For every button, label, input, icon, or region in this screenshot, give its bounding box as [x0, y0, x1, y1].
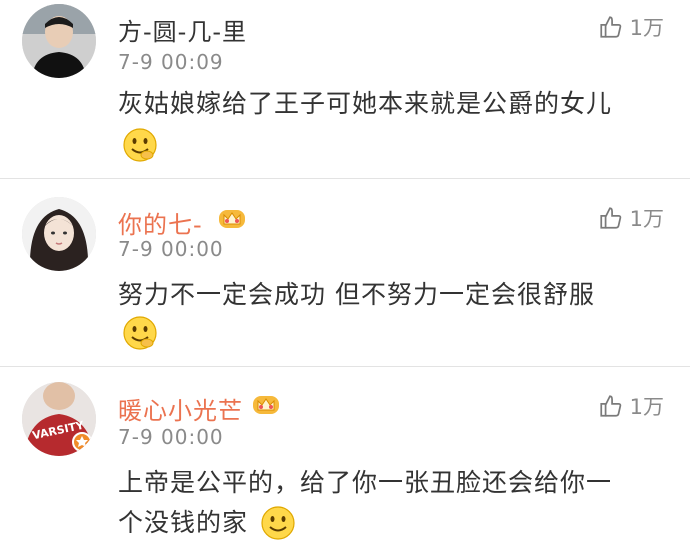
- like-button[interactable]: 1万: [598, 12, 664, 42]
- like-button[interactable]: 1万: [598, 391, 664, 421]
- user-name[interactable]: 暖心小光芒: [118, 391, 243, 426]
- like-button[interactable]: 1万: [598, 203, 664, 233]
- avatar[interactable]: VARSITY: [22, 382, 96, 456]
- like-count: 1万: [629, 16, 664, 40]
- comment-text-line-1: 上帝是公平的，给了你一张丑脸还会给你一: [118, 468, 613, 497]
- user-name[interactable]: 你的七-: [118, 205, 203, 240]
- user-name[interactable]: 方-圆-几-里: [118, 12, 247, 47]
- smile-emoji-icon: [123, 128, 157, 162]
- comment-text: 努力不一定会成功 但不努力一定会很舒服: [118, 280, 595, 309]
- comment-time: 7-9 00:00: [118, 425, 224, 449]
- like-count: 1万: [629, 207, 664, 231]
- thumbs-up-icon: [600, 207, 621, 229]
- avatar[interactable]: [22, 4, 96, 78]
- vip-crown-icon: [253, 396, 279, 414]
- thumbs-up-icon: [600, 16, 621, 38]
- smile-emoji-icon: [123, 316, 157, 350]
- comment-item-1: 方-圆-几-里 7-9 00:09 1万 灰姑娘嫁给了王子可她本来就是公爵的女儿: [0, 0, 690, 179]
- thumbs-up-icon: [600, 395, 621, 417]
- smile-emoji-icon: [261, 506, 295, 540]
- comment-text: 灰姑娘嫁给了王子可她本来就是公爵的女儿: [118, 89, 613, 118]
- comment-time: 7-9 00:09: [118, 50, 224, 74]
- vip-crown-icon: [219, 210, 245, 228]
- like-count: 1万: [629, 395, 664, 419]
- avatar[interactable]: [22, 197, 96, 271]
- comment-item-2: 你的七- 7-9 00:00 1万 努力不一定会成功 但不努力一定会很舒服: [0, 179, 690, 367]
- comment-item-3: VARSITY 暖心小光芒 7-9 00:00 1万 上帝是公平的，给了你一张丑…: [0, 367, 690, 545]
- comment-text-line-2: 个没钱的家: [118, 508, 249, 537]
- comment-time: 7-9 00:00: [118, 237, 224, 261]
